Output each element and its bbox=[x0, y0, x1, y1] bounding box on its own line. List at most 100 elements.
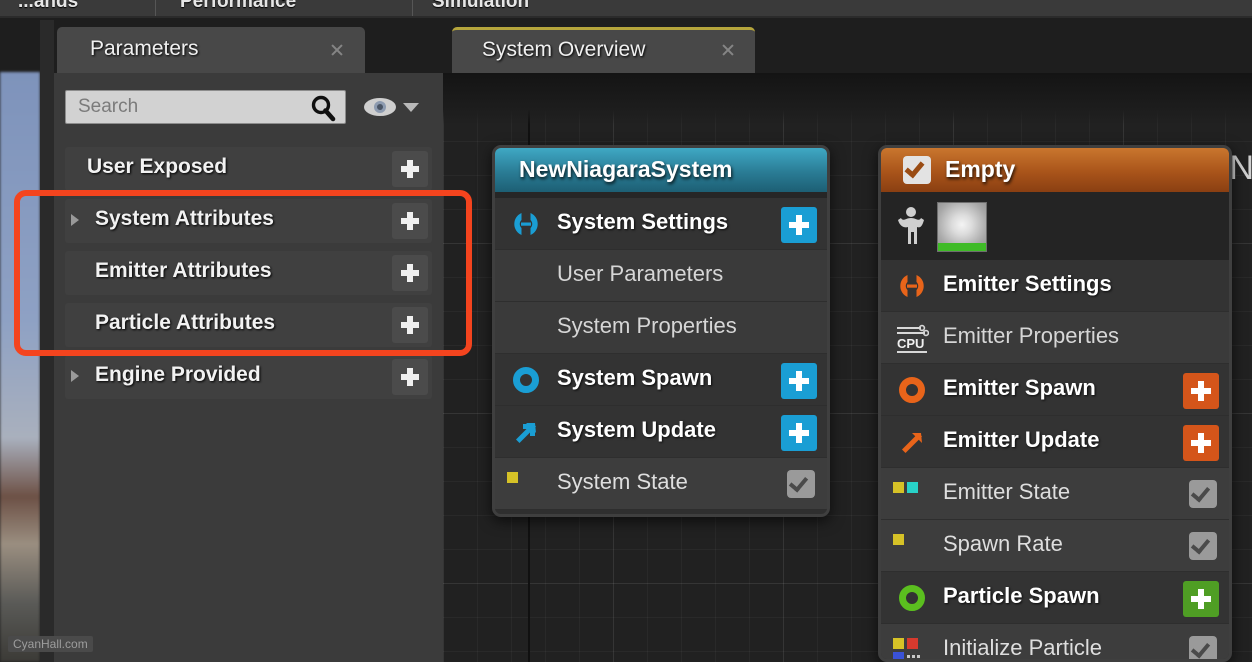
eye-icon[interactable] bbox=[363, 96, 397, 118]
row-emitter-spawn[interactable]: Emitter Spawn bbox=[881, 364, 1229, 416]
search-row: Search bbox=[65, 90, 431, 128]
tab-parameters[interactable]: Parameters bbox=[57, 27, 365, 73]
emitter-node-title: Empty bbox=[945, 156, 1016, 182]
plus-icon[interactable] bbox=[781, 415, 817, 451]
row-emitter-properties[interactable]: CPU Emitter Properties bbox=[881, 312, 1229, 364]
person-icon[interactable] bbox=[897, 206, 925, 246]
row-label: System State bbox=[557, 469, 688, 494]
arrow-icon bbox=[897, 427, 927, 457]
sphere-thumbnail[interactable] bbox=[937, 202, 987, 252]
svg-text:CPU: CPU bbox=[897, 336, 924, 351]
tab-parameters-label: Parameters bbox=[90, 37, 199, 60]
plus-icon[interactable] bbox=[392, 307, 428, 343]
row-label: Emitter Spawn bbox=[943, 375, 1096, 400]
settings-icon bbox=[897, 271, 927, 301]
thumbnail-status-bar bbox=[938, 243, 986, 251]
section-engine-provided[interactable]: Engine Provided bbox=[65, 355, 432, 399]
row-label: User Parameters bbox=[557, 261, 724, 286]
row-emitter-state[interactable]: Emitter State bbox=[881, 468, 1229, 520]
plus-icon[interactable] bbox=[392, 255, 428, 291]
plus-icon[interactable] bbox=[781, 207, 817, 243]
section-system-attributes[interactable]: System Attributes bbox=[65, 199, 432, 243]
viewport-preview[interactable] bbox=[0, 72, 40, 662]
row-label: System Settings bbox=[557, 209, 729, 234]
row-label: Spawn Rate bbox=[943, 531, 1063, 556]
row-label: Initialize Particle bbox=[943, 635, 1102, 660]
top-tab-simulation[interactable]: Simulation bbox=[432, 0, 529, 13]
system-node[interactable]: NewNiagaraSystem System Settings User Pa… bbox=[492, 145, 830, 517]
graph-vignette bbox=[443, 73, 1252, 125]
section-label: Particle Attributes bbox=[95, 311, 276, 334]
tab-strip-underline bbox=[0, 16, 1252, 18]
arrow-icon bbox=[511, 417, 541, 447]
checkbox-checked[interactable] bbox=[1189, 636, 1217, 659]
system-node-title: NewNiagaraSystem bbox=[519, 156, 733, 182]
yellow-square-icon bbox=[893, 534, 927, 560]
row-system-settings[interactable]: System Settings bbox=[495, 198, 827, 250]
plus-icon[interactable] bbox=[781, 363, 817, 399]
row-user-parameters[interactable]: User Parameters bbox=[495, 250, 827, 302]
top-tab-strip: ...ands Performance Simulation bbox=[0, 0, 1252, 18]
row-emitter-settings[interactable]: Emitter Settings bbox=[881, 260, 1229, 312]
settings-icon bbox=[511, 209, 541, 239]
chevron-right-icon[interactable] bbox=[71, 214, 79, 226]
magnifier-icon[interactable] bbox=[309, 94, 337, 122]
plus-icon[interactable] bbox=[392, 151, 428, 187]
section-user-exposed[interactable]: User Exposed bbox=[65, 147, 432, 191]
checkbox-checked[interactable] bbox=[787, 470, 815, 498]
circle-icon bbox=[511, 365, 541, 395]
niagara-system-editor: ...ands Performance Simulation Parameter… bbox=[0, 0, 1252, 662]
row-label: Particle Spawn bbox=[943, 583, 1100, 608]
section-particle-attributes[interactable]: Particle Attributes bbox=[65, 303, 432, 347]
plus-icon[interactable] bbox=[392, 359, 428, 395]
system-node-header[interactable]: NewNiagaraSystem bbox=[495, 148, 827, 192]
row-system-spawn[interactable]: System Spawn bbox=[495, 354, 827, 406]
plus-icon[interactable] bbox=[1183, 373, 1219, 409]
chevron-right-icon[interactable] bbox=[71, 370, 79, 382]
emitter-thumbnail-row bbox=[881, 192, 1229, 260]
plus-icon[interactable] bbox=[1183, 425, 1219, 461]
row-label: Emitter Update bbox=[943, 427, 1100, 452]
row-label: Emitter State bbox=[943, 479, 1071, 504]
parameters-panel: Search User Exposed System Attributes Em… bbox=[54, 73, 443, 662]
row-label: System Update bbox=[557, 417, 716, 442]
checkbox-checked[interactable] bbox=[903, 156, 931, 184]
circle-icon bbox=[897, 583, 927, 613]
emitter-node[interactable]: Empty Emitter Settings CPU Emitter Prope… bbox=[878, 145, 1232, 662]
row-label: Emitter Properties bbox=[943, 323, 1120, 348]
checkbox-checked[interactable] bbox=[1189, 532, 1217, 560]
section-label: Emitter Attributes bbox=[95, 259, 272, 282]
row-system-properties[interactable]: System Properties bbox=[495, 302, 827, 354]
row-emitter-update[interactable]: Emitter Update bbox=[881, 416, 1229, 468]
row-particle-spawn[interactable]: Particle Spawn bbox=[881, 572, 1229, 624]
parameter-sections-list: User Exposed System Attributes Emitter A… bbox=[65, 147, 432, 407]
cpu-icon: CPU bbox=[895, 322, 930, 354]
tab-system-overview-label: System Overview bbox=[482, 38, 646, 61]
checkbox-checked[interactable] bbox=[1189, 480, 1217, 508]
close-icon[interactable] bbox=[329, 42, 345, 58]
search-placeholder: Search bbox=[78, 96, 139, 117]
row-system-state[interactable]: System State bbox=[495, 458, 827, 510]
row-system-update[interactable]: System Update bbox=[495, 406, 827, 458]
section-label: Engine Provided bbox=[95, 363, 261, 386]
close-icon[interactable] bbox=[720, 42, 736, 58]
row-spawn-rate[interactable]: Spawn Rate bbox=[881, 520, 1229, 572]
emitter-node-header[interactable]: Empty bbox=[881, 148, 1229, 192]
tab-system-overview[interactable]: System Overview bbox=[452, 27, 755, 73]
row-label: System Spawn bbox=[557, 365, 713, 390]
multi-squares-icon bbox=[893, 638, 927, 659]
row-initialize-particle[interactable]: Initialize Particle bbox=[881, 624, 1229, 660]
row-label: Emitter Settings bbox=[943, 271, 1112, 296]
yellow-square-icon bbox=[507, 472, 541, 498]
section-label: System Attributes bbox=[95, 207, 274, 230]
plus-icon[interactable] bbox=[392, 203, 428, 239]
circle-icon bbox=[897, 375, 927, 405]
search-input[interactable]: Search bbox=[65, 90, 346, 124]
plus-icon[interactable] bbox=[1183, 581, 1219, 617]
top-tab-commands[interactable]: ...ands bbox=[18, 0, 78, 13]
caret-down-icon[interactable] bbox=[403, 103, 419, 112]
section-emitter-attributes[interactable]: Emitter Attributes bbox=[65, 251, 432, 295]
panel-splitter[interactable] bbox=[40, 20, 54, 662]
watermark: CyanHall.com bbox=[8, 636, 93, 652]
top-tab-performance[interactable]: Performance bbox=[180, 0, 296, 13]
